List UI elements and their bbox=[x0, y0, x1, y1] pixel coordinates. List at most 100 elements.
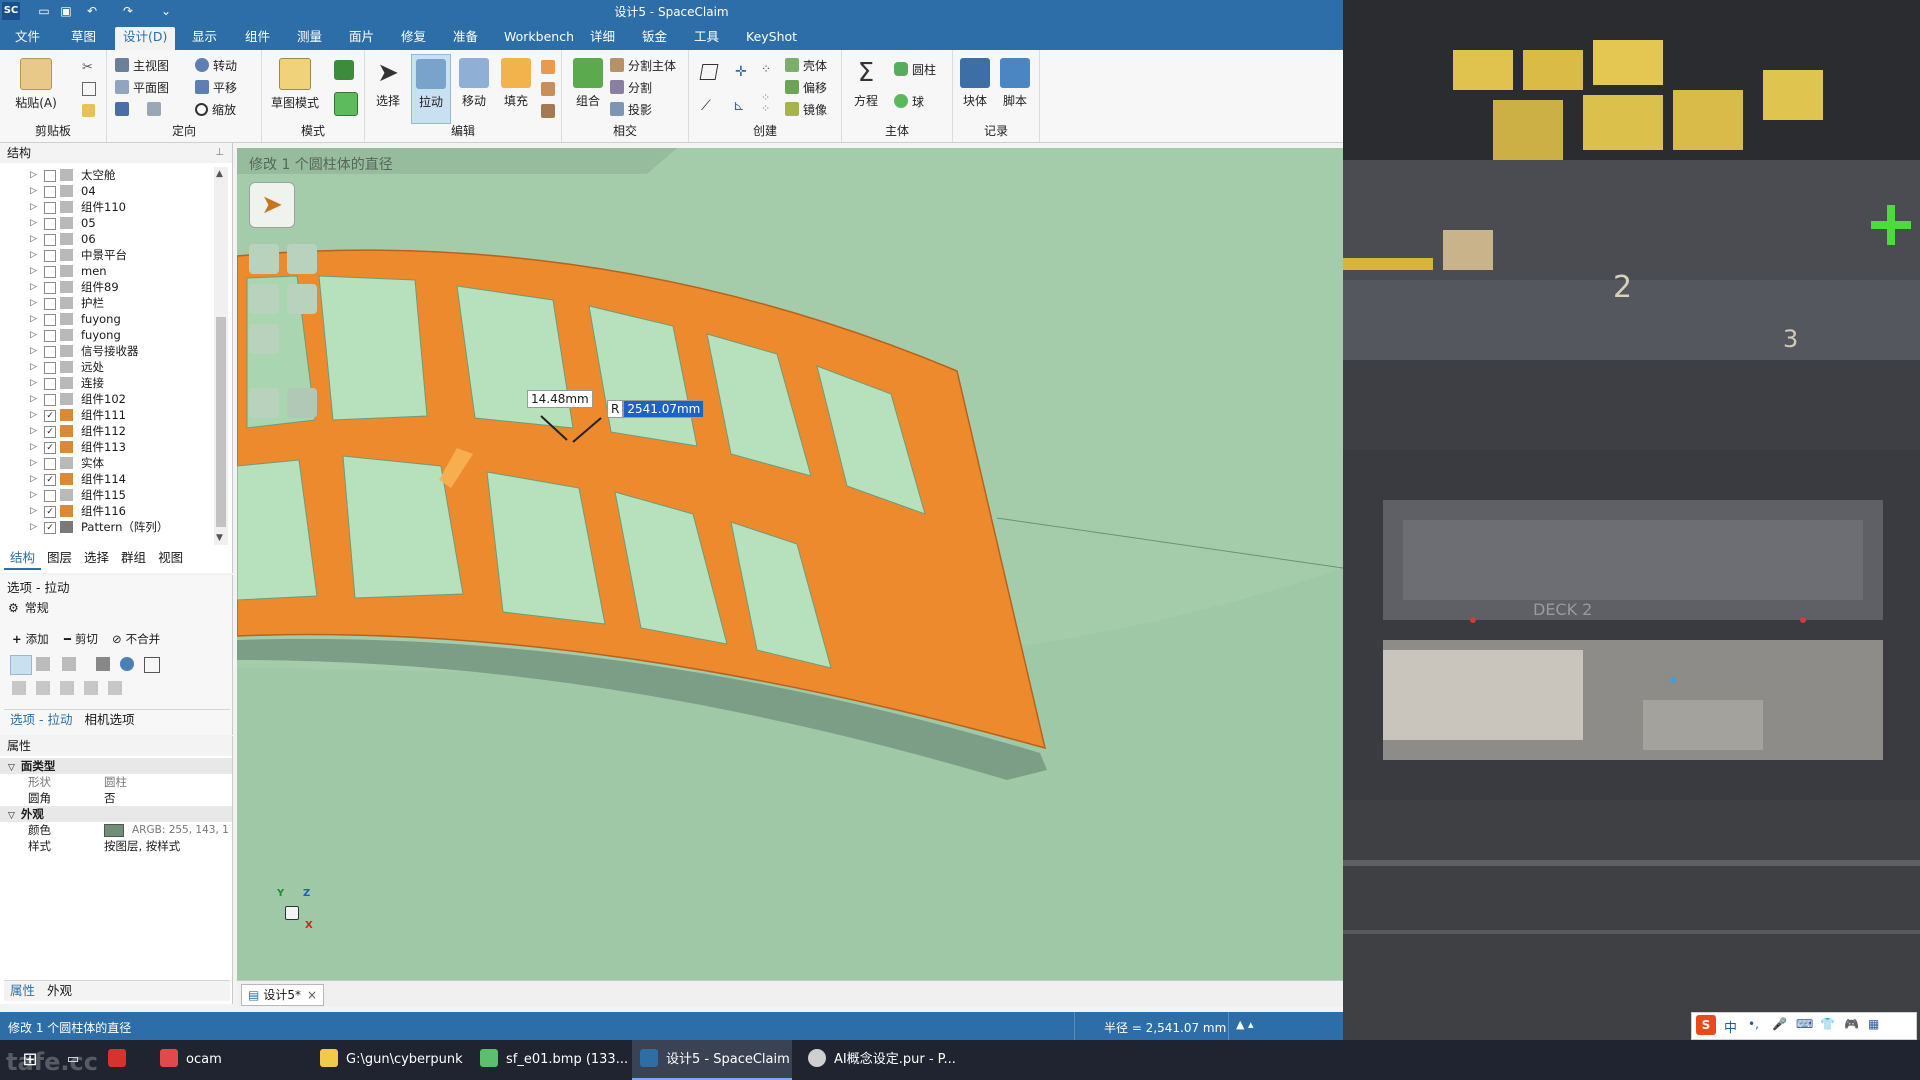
view-cube-button[interactable] bbox=[115, 100, 165, 120]
width-dimension[interactable]: 14.48mm bbox=[527, 390, 593, 408]
taskbar-item-painter[interactable]: AI概念设定.pur - P... bbox=[800, 1040, 958, 1080]
3d-viewport[interactable]: 修改 1 个圆柱体的直径 ➤ 14.48mm R 2541.07mm Y Z X bbox=[237, 148, 1343, 980]
microphone-icon[interactable]: 🎤 bbox=[1772, 1017, 1787, 1031]
keyboard-icon[interactable]: ⌨ bbox=[1796, 1017, 1813, 1031]
expand-icon[interactable]: ▷ bbox=[30, 263, 37, 279]
fill-button[interactable]: 填充 bbox=[495, 58, 537, 109]
equation-button[interactable]: Σ 方程 bbox=[846, 58, 886, 109]
pattern-icon[interactable]: ⁘ ⁘ bbox=[761, 92, 777, 124]
prop-row-fillet[interactable]: 圆角否 bbox=[0, 790, 232, 806]
blend-icon[interactable] bbox=[541, 104, 555, 118]
toolbox-icon[interactable]: ▦ bbox=[1868, 1017, 1879, 1031]
scroll-thumb[interactable] bbox=[216, 317, 226, 527]
radius-dimension[interactable]: R 2541.07mm bbox=[607, 400, 705, 418]
tree-scrollbar[interactable]: ▲ ▼ bbox=[214, 167, 228, 545]
block-button[interactable]: 块体 bbox=[955, 58, 995, 109]
plane-icon[interactable] bbox=[699, 64, 719, 80]
tab-camera-options[interactable]: 相机选项 bbox=[78, 710, 140, 730]
visibility-checkbox[interactable]: ✓ bbox=[44, 426, 56, 438]
copy-icon[interactable] bbox=[82, 82, 96, 96]
origin-icon[interactable]: ⊾ bbox=[733, 98, 751, 116]
menu-file[interactable]: 文件 bbox=[7, 27, 48, 47]
cylinder-button[interactable]: 圆柱 bbox=[894, 60, 936, 80]
up-to-guide-tool[interactable] bbox=[249, 388, 279, 418]
menu-display[interactable]: 显示 bbox=[184, 27, 225, 47]
add-option[interactable]: + 添加 bbox=[12, 631, 49, 647]
tab-groups[interactable]: 群组 bbox=[115, 548, 152, 568]
no-merge-option[interactable]: ⊘ 不合并 bbox=[112, 631, 160, 647]
tab-layers[interactable]: 图层 bbox=[41, 548, 78, 568]
prop-group-face-type[interactable]: ▽ 面类型 bbox=[0, 758, 232, 774]
menu-sheetmetal[interactable]: 钣金 bbox=[634, 27, 675, 47]
ime-chinese-mode[interactable]: 中 bbox=[1724, 1017, 1737, 1036]
visibility-checkbox[interactable] bbox=[44, 346, 56, 358]
expand-icon[interactable]: ▷ bbox=[30, 503, 37, 519]
visibility-checkbox[interactable] bbox=[44, 170, 56, 182]
expand-icon[interactable]: ▷ bbox=[30, 231, 37, 247]
select-guide-tool[interactable]: ➤ bbox=[249, 182, 295, 228]
close-tab-icon[interactable]: × bbox=[307, 988, 317, 1002]
option-tool-2[interactable] bbox=[36, 657, 50, 671]
menu-detail[interactable]: 详细 bbox=[582, 27, 623, 47]
expand-icon[interactable]: ▷ bbox=[30, 199, 37, 215]
visibility-checkbox[interactable] bbox=[44, 186, 56, 198]
ime-toolbar[interactable]: S 中 •, 🎤 ⌨ 👕 🎮 ▦ bbox=[1691, 1012, 1917, 1040]
general-section[interactable]: ⚙ 常规 bbox=[8, 599, 49, 616]
option-tool-5[interactable] bbox=[120, 657, 134, 671]
tab-properties[interactable]: 属性 bbox=[4, 981, 41, 1001]
visibility-checkbox[interactable] bbox=[44, 378, 56, 390]
menu-keyshot[interactable]: KeyShot bbox=[738, 27, 805, 47]
expand-icon[interactable]: ▷ bbox=[30, 375, 37, 391]
option-tool-7[interactable] bbox=[12, 681, 26, 695]
mirror-button[interactable]: 镜像 bbox=[785, 100, 827, 120]
replace-icon[interactable] bbox=[541, 60, 555, 74]
expand-icon[interactable]: ▷ bbox=[30, 519, 37, 535]
taskbar-item-ocam[interactable]: ocam bbox=[152, 1040, 310, 1080]
menu-assembly[interactable]: 组件 bbox=[237, 27, 278, 47]
pin-icon[interactable]: ⊥ bbox=[215, 143, 224, 163]
tree-item[interactable]: ▷ 信号接收器 bbox=[0, 343, 212, 359]
expand-icon[interactable]: ▷ bbox=[30, 471, 37, 487]
menu-prepare[interactable]: 准备 bbox=[445, 27, 486, 47]
document-tab[interactable]: ▤ 设计5* × bbox=[241, 984, 325, 1006]
point-icon[interactable]: ⁘ bbox=[761, 62, 777, 78]
pull-button[interactable]: 拉动 bbox=[411, 54, 451, 124]
ime-punctuation-icon[interactable]: •, bbox=[1748, 1017, 1759, 1031]
visibility-checkbox[interactable] bbox=[44, 394, 56, 406]
visibility-checkbox[interactable] bbox=[44, 362, 56, 374]
option-tool-11[interactable] bbox=[108, 681, 122, 695]
tree-item[interactable]: ▷ 中景平台 bbox=[0, 247, 212, 263]
tree-item[interactable]: ▷ 连接 bbox=[0, 375, 212, 391]
tab-appearance[interactable]: 外观 bbox=[41, 981, 78, 1001]
axis-icon[interactable]: ✛ bbox=[735, 64, 751, 80]
option-tool-8[interactable] bbox=[36, 681, 50, 695]
tree-item[interactable]: ▷ 组件102 bbox=[0, 391, 212, 407]
tree-item[interactable]: ▷ ✓ 组件111 bbox=[0, 407, 212, 423]
select-button[interactable]: ➤ 选择 bbox=[367, 58, 409, 109]
shell-button[interactable]: 壳体 bbox=[785, 56, 827, 76]
sweep-guide-tool[interactable] bbox=[249, 324, 279, 354]
tree-item[interactable]: ▷ ✓ 组件116 bbox=[0, 503, 212, 519]
visibility-checkbox[interactable] bbox=[44, 282, 56, 294]
section-mode-icon[interactable] bbox=[334, 60, 354, 80]
option-tool-10[interactable] bbox=[84, 681, 98, 695]
plan-view-button[interactable]: 平面图 bbox=[115, 78, 169, 98]
zoom-button[interactable]: 缩放 bbox=[195, 100, 236, 120]
expand-icon[interactable]: ▷ bbox=[30, 247, 37, 263]
sogou-logo-icon[interactable]: S bbox=[1696, 1015, 1716, 1035]
visibility-checkbox[interactable] bbox=[44, 490, 56, 502]
expand-icon[interactable]: ▷ bbox=[30, 439, 37, 455]
tree-item[interactable]: ▷ ✓ Pattern（阵列） bbox=[0, 519, 212, 535]
visibility-checkbox[interactable]: ✓ bbox=[44, 522, 56, 534]
tree-item[interactable]: ▷ fuyong bbox=[0, 311, 212, 327]
visibility-checkbox[interactable]: ✓ bbox=[44, 442, 56, 454]
pivot-guide-tool[interactable] bbox=[287, 244, 317, 274]
menu-tools[interactable]: 工具 bbox=[686, 27, 727, 47]
expand-icon[interactable]: ▷ bbox=[30, 391, 37, 407]
option-tool-6[interactable] bbox=[144, 657, 160, 673]
cut-icon[interactable]: ✂ bbox=[82, 60, 96, 75]
along-guide-tool[interactable] bbox=[249, 284, 279, 314]
radius-input[interactable]: 2541.07mm bbox=[623, 400, 705, 418]
menu-sketch[interactable]: 草图 bbox=[63, 27, 104, 47]
option-tool-3[interactable] bbox=[62, 657, 76, 671]
